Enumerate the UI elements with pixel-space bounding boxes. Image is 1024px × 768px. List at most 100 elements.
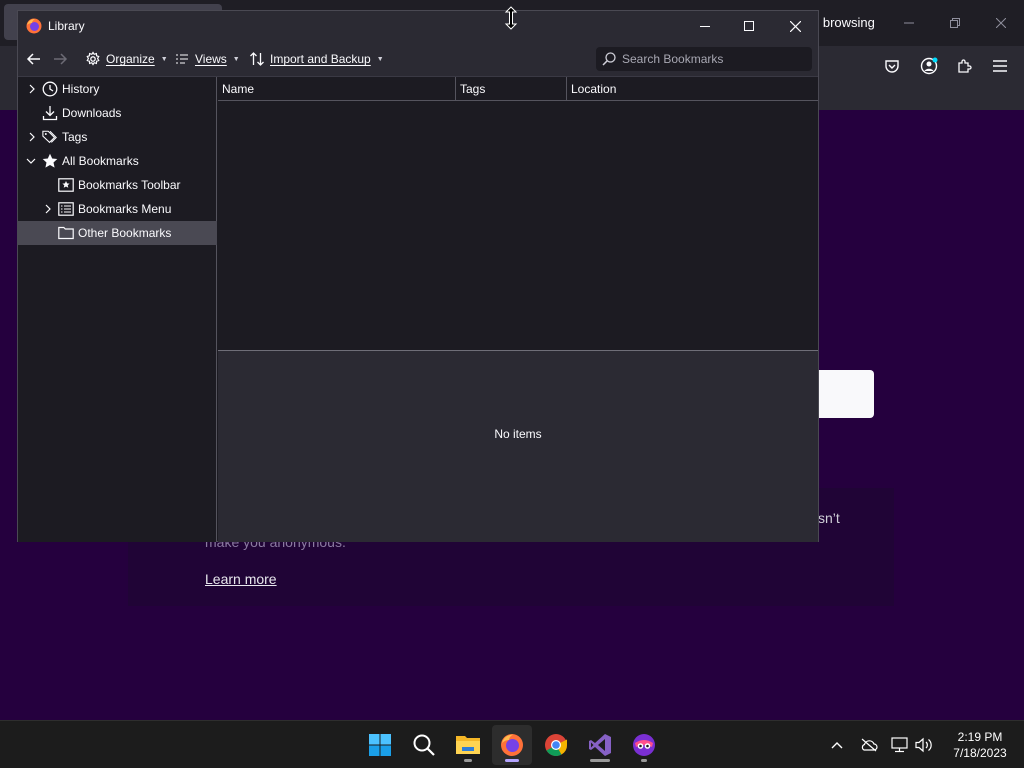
tor-browser-taskbar-button[interactable]	[624, 725, 664, 765]
private-info-text: sn’t	[818, 510, 840, 526]
tray-overflow-chevron-up-icon[interactable]	[826, 733, 848, 757]
tor-browser-icon	[633, 734, 655, 756]
bookmarks-menu-icon	[58, 201, 74, 217]
search-icon	[602, 52, 616, 66]
account-icon[interactable]	[917, 54, 941, 78]
column-header-location[interactable]: Location	[567, 77, 818, 101]
tree-item-downloads[interactable]: Downloads	[18, 101, 217, 125]
search-bookmarks-input[interactable]	[622, 52, 802, 66]
firefox-taskbar-button[interactable]	[492, 725, 532, 765]
close-icon	[789, 20, 801, 32]
tree-item-history[interactable]: History	[18, 77, 217, 101]
volume-icon[interactable]	[913, 733, 935, 757]
views-label: Views	[195, 52, 227, 66]
import-export-icon	[250, 52, 264, 66]
firefox-icon	[501, 734, 523, 756]
resize-vertical-cursor-icon	[504, 6, 518, 30]
clock-icon	[42, 81, 58, 97]
taskbar-clock[interactable]: 2:19 PM 7/18/2023	[940, 729, 1020, 761]
library-toolbar: Organize ▼ Views ▼ Import and Backup ▼	[18, 41, 818, 77]
tree-item-label: Other Bookmarks	[78, 226, 172, 240]
organize-label: Organize	[106, 52, 155, 66]
search-bookmarks-field[interactable]	[596, 47, 812, 71]
tree-item-label: All Bookmarks	[62, 154, 139, 168]
tag-icon	[42, 129, 58, 145]
forward-button[interactable]	[52, 47, 68, 71]
arrow-right-icon	[54, 53, 68, 65]
clock-time: 2:19 PM	[957, 730, 1003, 744]
list-icon	[176, 54, 188, 64]
bookmarks-toolbar-icon	[58, 177, 74, 193]
star-icon	[42, 153, 58, 169]
taskbar-search-button[interactable]	[404, 725, 444, 765]
library-title: Library	[48, 19, 85, 33]
running-indicator	[641, 759, 647, 762]
visual-studio-taskbar-button[interactable]	[580, 725, 620, 765]
start-icon	[369, 734, 391, 756]
library-tree-sidebar: History Downloads Tags All Bookmarks Boo…	[18, 77, 217, 542]
firefox-logo-icon	[26, 18, 42, 34]
chrome-taskbar-button[interactable]	[536, 725, 576, 765]
onedrive-offline-icon[interactable]	[858, 733, 880, 757]
back-button[interactable]	[26, 47, 42, 71]
chrome-icon	[545, 734, 567, 756]
network-icon[interactable]	[889, 733, 911, 757]
tree-item-tags[interactable]: Tags	[18, 125, 217, 149]
background-restore-icon[interactable]	[942, 10, 968, 36]
minimize-button[interactable]	[682, 11, 728, 41]
chevron-down-icon: ▼	[376, 55, 384, 63]
tree-item-other-bookmarks[interactable]: Other Bookmarks	[18, 221, 217, 245]
library-window: Library Organize ▼ Views ▼ Import and Back…	[17, 10, 819, 542]
views-button[interactable]: Views ▼	[176, 47, 240, 71]
tree-item-label: Downloads	[62, 106, 122, 120]
column-header-tags[interactable]: Tags	[456, 77, 567, 101]
list-header: Name Tags Location	[218, 77, 818, 101]
maximize-icon	[744, 21, 754, 31]
tree-item-bookmarks-menu[interactable]: Bookmarks Menu	[18, 197, 217, 221]
tree-item-bookmarks-toolbar[interactable]: Bookmarks Toolbar	[18, 173, 217, 197]
private-search-box[interactable]	[815, 370, 874, 418]
tree-item-label: Bookmarks Toolbar	[78, 178, 181, 192]
bookmarks-list[interactable]: Name Tags Location	[218, 77, 818, 350]
organize-button[interactable]: Organize ▼	[85, 47, 168, 71]
download-icon	[42, 105, 58, 121]
clock-date: 7/18/2023	[953, 746, 1007, 760]
chevron-right-icon[interactable]	[42, 203, 54, 215]
chevron-down-icon[interactable]	[25, 155, 37, 167]
import-backup-button[interactable]: Import and Backup ▼	[249, 47, 384, 71]
chevron-down-icon: ▼	[232, 55, 240, 63]
pocket-icon[interactable]	[880, 54, 904, 78]
file-explorer-button[interactable]	[448, 725, 488, 765]
running-indicator	[464, 759, 472, 762]
start-button[interactable]	[360, 725, 400, 765]
search-icon	[413, 734, 435, 756]
menu-icon[interactable]	[988, 54, 1012, 78]
learn-more-link[interactable]: Learn more	[205, 571, 277, 587]
chevron-down-icon: ▼	[160, 55, 168, 63]
visual-studio-icon	[589, 734, 611, 756]
folder-icon	[58, 225, 74, 241]
import-backup-label: Import and Backup	[270, 52, 371, 66]
extensions-icon[interactable]	[952, 54, 976, 78]
windows-taskbar: 2:19 PM 7/18/2023	[0, 720, 1024, 768]
maximize-button[interactable]	[726, 11, 772, 41]
tree-item-label: Tags	[62, 130, 88, 144]
tree-item-label: History	[62, 82, 100, 96]
tree-item-all-bookmarks[interactable]: All Bookmarks	[18, 149, 217, 173]
background-close-icon[interactable]	[988, 10, 1014, 36]
running-indicator	[590, 759, 610, 762]
library-title-bar[interactable]: Library	[18, 11, 818, 41]
file-explorer-icon	[456, 736, 480, 754]
chevron-right-icon[interactable]	[26, 131, 38, 143]
gear-icon	[86, 51, 100, 66]
background-minimize-icon[interactable]	[896, 10, 922, 36]
background-window-title: e browsing	[812, 15, 875, 30]
tree-item-label: Bookmarks Menu	[78, 202, 172, 216]
details-pane: No items	[218, 351, 818, 542]
arrow-left-icon	[26, 53, 40, 65]
close-button[interactable]	[772, 11, 818, 41]
column-header-name[interactable]: Name	[218, 77, 456, 101]
no-items-message: No items	[494, 427, 542, 441]
chevron-right-icon[interactable]	[26, 83, 38, 95]
active-indicator	[505, 759, 519, 762]
